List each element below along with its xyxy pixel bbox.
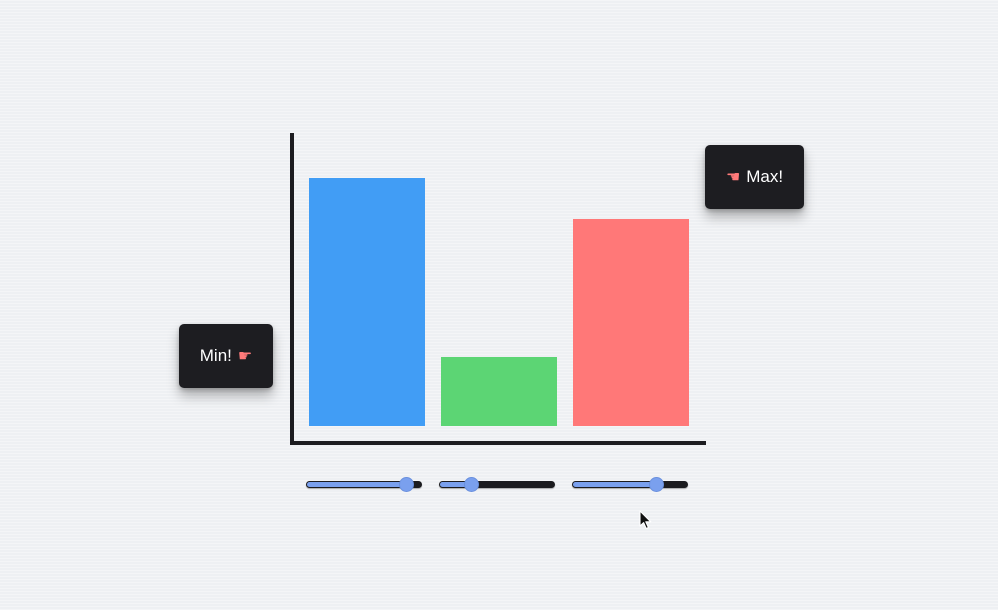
pointing-hand-left-icon: ☛ xyxy=(725,167,741,186)
max-tooltip: ☛ Max! xyxy=(705,145,804,209)
bar-2 xyxy=(441,357,557,426)
slider-thumb[interactable] xyxy=(398,477,414,492)
slider-thumb[interactable] xyxy=(464,477,480,492)
bar-3-slider[interactable] xyxy=(572,477,688,492)
bar-3 xyxy=(573,219,689,426)
slider-fill xyxy=(307,482,406,487)
bar-chart xyxy=(290,133,706,445)
slider-fill xyxy=(573,482,656,487)
bar-1 xyxy=(309,178,425,426)
min-tooltip: Min! ☛ xyxy=(179,324,273,388)
pointing-hand-right-icon: ☛ xyxy=(237,346,253,365)
min-tooltip-label: Min! xyxy=(199,346,232,365)
bar-2-slider[interactable] xyxy=(439,477,555,492)
slider-thumb[interactable] xyxy=(648,477,664,492)
bar-1-slider[interactable] xyxy=(306,477,422,492)
max-tooltip-label: Max! xyxy=(746,167,784,186)
y-axis-line xyxy=(290,133,294,445)
x-axis-line xyxy=(290,441,706,445)
mouse-pointer-icon xyxy=(639,510,652,530)
